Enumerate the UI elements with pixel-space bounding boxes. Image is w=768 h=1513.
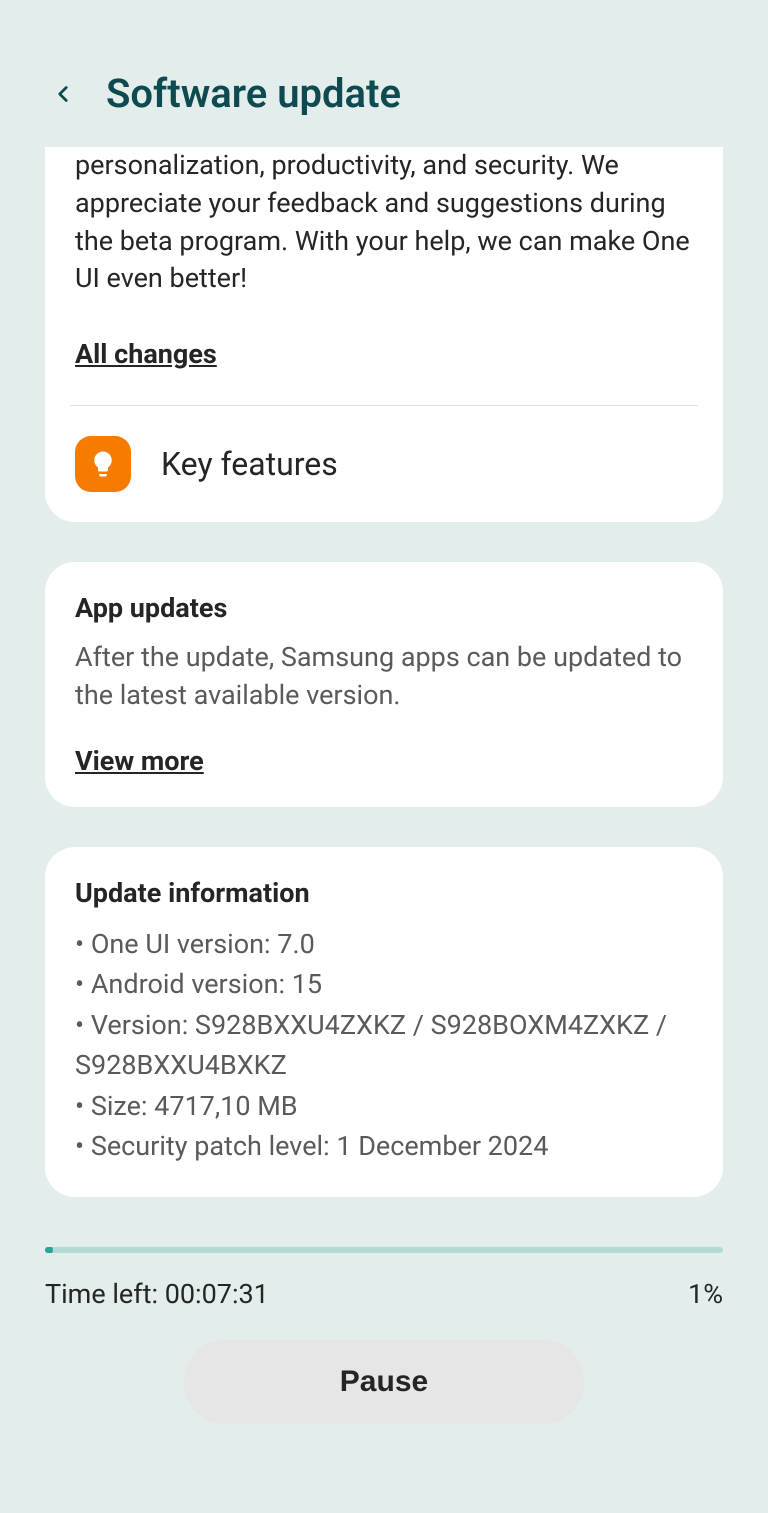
lightbulb-icon <box>75 436 131 492</box>
app-updates-card: App updates After the update, Samsung ap… <box>45 562 723 807</box>
app-updates-title: App updates <box>45 562 723 639</box>
info-item: • Android version: 15 <box>75 964 693 1005</box>
percent-label: 1% <box>688 1278 723 1310</box>
info-item: • One UI version: 7.0 <box>75 924 693 965</box>
update-info-card: Update information • One UI version: 7.0… <box>45 847 723 1197</box>
update-info-title: Update information <box>45 847 723 924</box>
update-info-list: • One UI version: 7.0 • Android version:… <box>45 924 723 1197</box>
app-updates-body: After the update, Samsung apps can be up… <box>45 639 723 745</box>
progress-info: Time left: 00:07:31 1% <box>45 1278 723 1310</box>
all-changes-link[interactable]: All changes <box>45 338 247 405</box>
progress-section: Time left: 00:07:31 1% Pause <box>0 1237 768 1454</box>
info-item: • Version: S928BXXU4ZXKZ / S928BOXM4ZXKZ… <box>75 1005 693 1086</box>
time-left-label: Time left: 00:07:31 <box>45 1278 269 1310</box>
progress-dot <box>45 1247 53 1253</box>
intro-card: personalization, productivity, and secur… <box>45 147 723 522</box>
info-item: • Security patch level: 1 December 2024 <box>75 1126 693 1167</box>
page-title: Software update <box>106 70 401 117</box>
view-more-link[interactable]: View more <box>45 745 234 807</box>
intro-text: personalization, productivity, and secur… <box>45 147 723 338</box>
key-features-row[interactable]: Key features <box>45 406 723 522</box>
header: Software update <box>0 0 768 147</box>
info-item: • Size: 4717,10 MB <box>75 1086 693 1127</box>
progress-bar <box>45 1247 723 1253</box>
pause-button[interactable]: Pause <box>184 1340 584 1424</box>
back-icon[interactable] <box>50 81 76 107</box>
key-features-label: Key features <box>161 445 338 483</box>
